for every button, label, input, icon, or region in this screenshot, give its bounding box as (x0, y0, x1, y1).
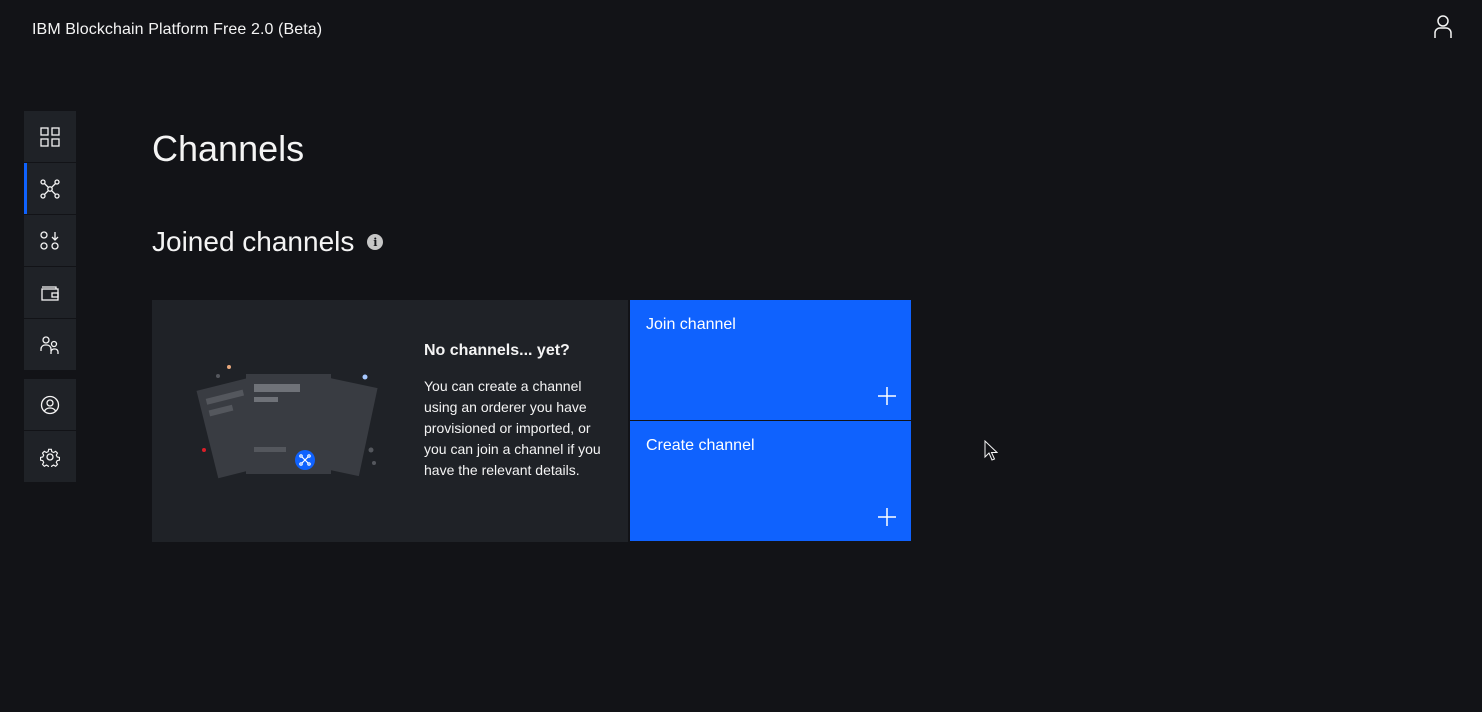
mouse-pointer-icon (984, 440, 998, 461)
nav-item-wallet[interactable] (24, 267, 76, 319)
side-navigation (24, 111, 76, 483)
create-channel-label: Create channel (646, 437, 755, 454)
empty-state-description: You can create a channel using an ordere… (424, 378, 601, 478)
plus-icon (878, 508, 896, 526)
join-channel-label: Join channel (646, 316, 736, 333)
wallet-icon (41, 285, 59, 301)
dashboard-grid-icon (40, 126, 60, 147)
nav-item-profile[interactable] (24, 379, 76, 431)
section-title-text: Joined channels (152, 226, 355, 257)
nav-item-settings[interactable] (24, 431, 76, 483)
nav-item-dashboard[interactable] (24, 111, 76, 163)
user-icon (1434, 15, 1452, 38)
plus-icon (878, 387, 896, 405)
empty-channels-illustration (196, 365, 378, 479)
empty-state-heading: No channels... yet? (424, 342, 570, 359)
section-title: Joined channels i (152, 226, 384, 258)
nav-item-channels[interactable] (24, 163, 76, 215)
nav-item-users[interactable] (24, 319, 76, 371)
app-title: IBM Blockchain Platform Free 2.0 (Beta) (32, 21, 323, 38)
settings-gear-icon (40, 448, 60, 467)
nav-gap (24, 371, 76, 379)
users-icon (40, 335, 59, 354)
network-channels-icon (40, 178, 60, 199)
user-button[interactable] (1428, 12, 1458, 42)
join-channel-tile[interactable]: Join channel (630, 300, 911, 420)
app-header: IBM Blockchain Platform Free 2.0 (Beta) (0, 0, 1482, 62)
user-profile-icon (40, 395, 60, 414)
info-icon[interactable]: i (367, 234, 384, 250)
page-title: Channels (152, 128, 305, 169)
smart-contracts-icon (40, 230, 59, 250)
nav-item-smart-contracts[interactable] (24, 215, 76, 267)
create-channel-tile[interactable]: Create channel (630, 421, 911, 541)
empty-state-panel: No channels... yet? You can create a cha… (152, 300, 628, 542)
